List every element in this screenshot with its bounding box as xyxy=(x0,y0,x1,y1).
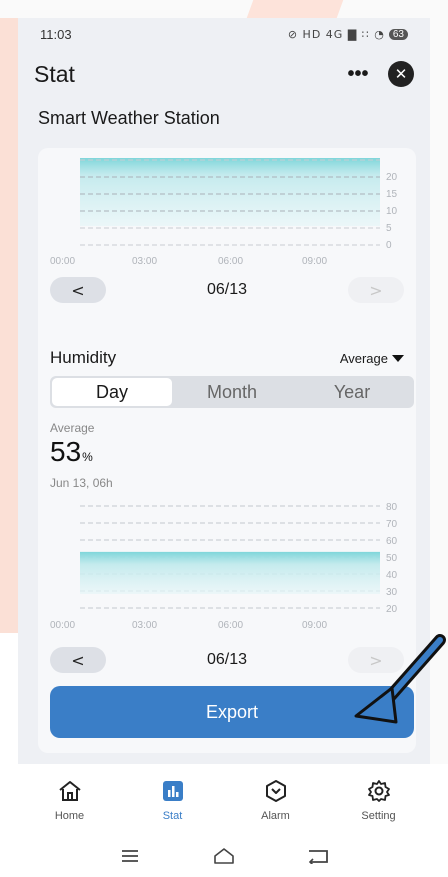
top-x-tick: 03:00 xyxy=(132,256,157,267)
tab-stat-label: Stat xyxy=(162,810,183,822)
system-home-button[interactable] xyxy=(177,847,271,865)
tab-setting[interactable]: Setting xyxy=(327,764,430,834)
period-segmented-control: Day Month Year xyxy=(50,376,414,408)
humidity-x-tick: 03:00 xyxy=(132,620,157,631)
humidity-y-tick: 80 xyxy=(386,502,398,513)
gear-icon xyxy=(366,778,392,804)
humidity-header: Humidity Average xyxy=(50,348,404,368)
top-y-tick: 15 xyxy=(386,189,398,200)
stat-screen: 11:03 ⊘ HD 4G ▇ ∷ ◔ 63 Stat ••• ✕ Smart … xyxy=(18,18,430,764)
background-decoration xyxy=(246,0,344,18)
humidity-chart: 80 70 60 50 40 30 20 00:00 03:00 06:00 09:00 xyxy=(38,498,416,668)
humidity-value: 53% xyxy=(50,436,93,468)
humidity-y-tick: 30 xyxy=(386,587,398,598)
humidity-chart-svg: 80 70 60 50 40 30 20 00:00 03:00 06:00 09:00 xyxy=(50,502,398,631)
recent-apps-button[interactable] xyxy=(83,849,177,863)
tab-home-label: Home xyxy=(54,810,85,822)
humidity-x-tick: 09:00 xyxy=(302,620,327,631)
system-back-button[interactable] xyxy=(271,848,365,864)
tab-home[interactable]: Home xyxy=(18,764,121,834)
background-right-panel xyxy=(430,18,448,764)
humidity-y-tick: 40 xyxy=(386,570,398,581)
menu-icon xyxy=(122,849,138,862)
alarm-icon xyxy=(263,778,289,804)
device-name: Smart Weather Station xyxy=(38,108,220,128)
humidity-x-tick: 06:00 xyxy=(218,620,243,631)
stat-caption: Average xyxy=(50,421,95,435)
bottom-tab-bar: Home Stat Alarm Setting xyxy=(18,764,430,834)
system-home-icon xyxy=(214,847,234,864)
home-icon xyxy=(57,778,83,804)
top-chart-area xyxy=(80,158,380,226)
status-time: 11:03 xyxy=(40,26,72,42)
tab-month[interactable]: Month xyxy=(172,378,292,406)
humidity-unit: % xyxy=(82,450,93,464)
humidity-y-tick: 20 xyxy=(386,604,398,615)
prev-day-button[interactable]: < xyxy=(50,647,106,673)
top-y-tick: 20 xyxy=(386,172,398,183)
humidity-y-tick: 70 xyxy=(386,519,398,530)
top-y-tick: 0 xyxy=(386,240,392,251)
tab-year[interactable]: Year xyxy=(292,378,412,406)
humidity-area xyxy=(80,551,380,594)
humidity-y-tick: 50 xyxy=(386,553,398,564)
export-button[interactable]: Export xyxy=(50,686,414,738)
top-next-day-button[interactable]: > xyxy=(347,277,404,303)
tab-stat[interactable]: Stat xyxy=(121,764,224,834)
top-prev-day-button[interactable]: < xyxy=(50,277,106,303)
top-chart: 20 15 10 5 0 00:00 03:00 06:00 09:00 xyxy=(38,148,416,268)
caret-down-icon xyxy=(392,354,404,362)
top-x-tick: 00:00 xyxy=(50,256,75,267)
next-day-button[interactable]: > xyxy=(347,647,404,673)
background-left-panel xyxy=(0,18,18,633)
background-stripe xyxy=(0,0,448,18)
stat-card: 20 15 10 5 0 00:00 03:00 06:00 09:00 < 0… xyxy=(38,148,416,753)
back-icon xyxy=(308,849,328,864)
top-x-tick: 06:00 xyxy=(218,256,243,267)
stat-timestamp: Jun 13, 06h xyxy=(50,476,113,490)
more-options-button[interactable]: ••• xyxy=(342,64,374,84)
humidity-number: 53 xyxy=(50,436,82,467)
close-icon: ✕ xyxy=(394,65,408,83)
aggregation-value: Average xyxy=(339,350,388,366)
page-title: Stat xyxy=(34,60,75,87)
date-label: 06/13 xyxy=(206,651,248,668)
humidity-y-tick: 60 xyxy=(386,536,398,547)
top-x-tick: 09:00 xyxy=(302,256,327,267)
top-chart-svg: 20 15 10 5 0 00:00 03:00 06:00 09:00 xyxy=(50,158,398,267)
bottom-date-nav: < 06/13 > xyxy=(50,646,404,674)
status-bar: 11:03 ⊘ HD 4G ▇ ∷ ◔ 63 xyxy=(18,18,430,50)
top-y-tick: 5 xyxy=(386,223,392,234)
tab-alarm[interactable]: Alarm xyxy=(224,764,327,834)
top-date-nav: < 06/13 > xyxy=(50,276,404,304)
humidity-x-tick: 00:00 xyxy=(50,620,75,631)
bar-chart-icon xyxy=(160,778,186,804)
tab-alarm-label: Alarm xyxy=(261,810,290,822)
tab-setting-label: Setting xyxy=(361,810,396,822)
aggregation-dropdown[interactable]: Average xyxy=(340,351,404,366)
status-icons: ⊘ HD 4G ▇ ∷ ◔ xyxy=(287,27,385,41)
tab-day[interactable]: Day xyxy=(52,378,172,406)
humidity-title: Humidity xyxy=(50,348,117,367)
top-bar: Stat ••• ✕ xyxy=(18,54,430,94)
top-date-label: 06/13 xyxy=(206,281,248,298)
system-navigation-bar xyxy=(0,834,448,877)
battery-icon: 63 xyxy=(388,28,408,40)
close-button[interactable]: ✕ xyxy=(388,61,414,87)
top-y-tick: 10 xyxy=(386,206,398,217)
